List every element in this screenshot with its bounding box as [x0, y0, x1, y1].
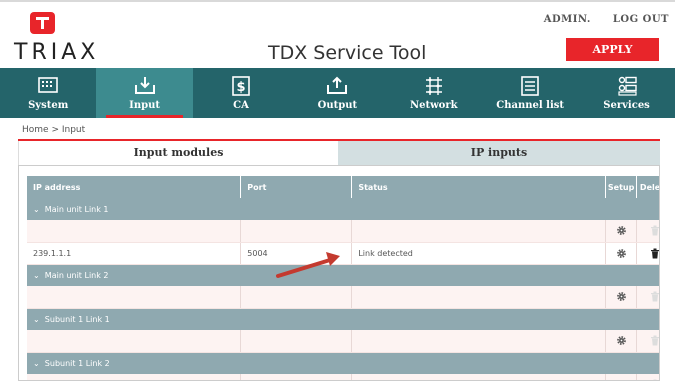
gear-icon[interactable]	[616, 225, 627, 236]
cell-ip	[27, 220, 242, 243]
group-label: Main unit Link 2	[44, 270, 109, 280]
cell-ip	[27, 374, 242, 380]
output-upload-icon	[327, 76, 348, 94]
apply-button[interactable]: APPLY	[566, 38, 659, 61]
group-row[interactable]: ⌄ Subunit 1 Link 2	[27, 352, 659, 374]
gear-icon[interactable]	[616, 291, 627, 302]
col-ip-address: IP address	[27, 176, 242, 198]
cell-port	[240, 220, 353, 243]
col-delete: Delete	[636, 176, 659, 198]
nav-network[interactable]: Network	[386, 68, 482, 118]
cell-port: 5004	[240, 242, 353, 265]
nav-ca[interactable]: $ CA	[193, 68, 289, 118]
cell-status	[351, 220, 606, 243]
ip-inputs-table: IP address Port Status Setup Delete ⌄ Ma…	[27, 176, 660, 380]
input-panel: IP address Port Status Setup Delete ⌄ Ma…	[18, 165, 660, 381]
header-links: ADMIN. LOG OUT	[526, 14, 669, 25]
nav-label: Network	[409, 100, 458, 111]
nav-output[interactable]: Output	[289, 68, 385, 118]
network-icon	[425, 77, 442, 95]
cell-status	[351, 330, 606, 353]
group-row[interactable]: ⌄ Main unit Link 1	[27, 198, 659, 220]
gear-icon[interactable]	[616, 335, 627, 346]
group-label: Subunit 1 Link 1	[44, 314, 110, 324]
group-row[interactable]: ⌄ Main unit Link 2	[27, 264, 659, 286]
table-row	[27, 374, 659, 380]
ca-dollar-icon: $	[232, 76, 250, 96]
nav-label: Services	[603, 100, 650, 111]
trash-icon-disabled	[650, 291, 659, 302]
chevron-down-icon: ⌄	[33, 314, 40, 324]
cell-port	[240, 286, 353, 309]
nav-input[interactable]: Input	[96, 68, 193, 118]
chevron-down-icon: ⌄	[33, 358, 40, 368]
table-row: 239.1.1.1 5004 Link detected	[27, 242, 660, 265]
cell-ip: 239.1.1.1	[27, 242, 242, 265]
channel-list-icon	[521, 76, 539, 96]
cell-status	[351, 286, 606, 309]
logout-link[interactable]: LOG OUT	[613, 14, 669, 25]
triax-logo-icon	[30, 12, 55, 34]
gear-icon[interactable]	[616, 248, 627, 259]
group-row[interactable]: ⌄ Subunit 1 Link 1	[27, 308, 659, 330]
breadcrumb: Home > Input	[22, 125, 86, 135]
nav-services[interactable]: Services	[578, 68, 674, 118]
nav-label: Channel list	[496, 100, 565, 111]
trash-icon-disabled	[650, 335, 659, 346]
col-port: Port	[240, 176, 353, 198]
nav-label: CA	[233, 100, 249, 111]
nav-system[interactable]: System	[0, 68, 96, 118]
system-icon	[38, 77, 58, 93]
nav-label: Output	[317, 100, 358, 111]
table-row	[27, 220, 659, 243]
cell-ip	[27, 286, 242, 309]
group-label: Subunit 1 Link 2	[44, 358, 110, 368]
cell-ip	[27, 330, 242, 353]
nav-label: Input	[129, 100, 160, 111]
input-download-icon	[134, 77, 155, 94]
services-icon	[617, 76, 637, 96]
chevron-down-icon: ⌄	[33, 204, 40, 214]
cell-port	[240, 374, 353, 380]
table-header-row: IP address Port Status Setup Delete	[27, 176, 659, 198]
group-label: Main unit Link 1	[44, 204, 109, 214]
nav-label: System	[28, 100, 69, 111]
admin-link[interactable]: ADMIN.	[544, 14, 591, 25]
main-nav: System Input $ CA Output Network Channel…	[0, 68, 675, 118]
trash-icon-disabled	[650, 225, 659, 236]
app-title: TDX Service Tool	[268, 42, 427, 64]
tab-input-modules[interactable]: Input modules	[18, 141, 338, 165]
brand-name: TRIAX	[14, 40, 100, 65]
cell-status: Link detected	[351, 242, 606, 265]
table-row	[27, 286, 659, 309]
nav-channel-list[interactable]: Channel list	[482, 68, 578, 118]
svg-text:$: $	[236, 80, 245, 95]
table-row	[27, 330, 659, 353]
tab-ip-inputs[interactable]: IP inputs	[338, 141, 660, 165]
top-border	[0, 0, 675, 2]
col-setup: Setup	[605, 176, 638, 198]
trash-icon[interactable]	[650, 248, 660, 259]
cell-status	[351, 374, 606, 380]
chevron-down-icon: ⌄	[33, 270, 40, 280]
col-status: Status	[351, 176, 606, 198]
cell-port	[240, 330, 353, 353]
